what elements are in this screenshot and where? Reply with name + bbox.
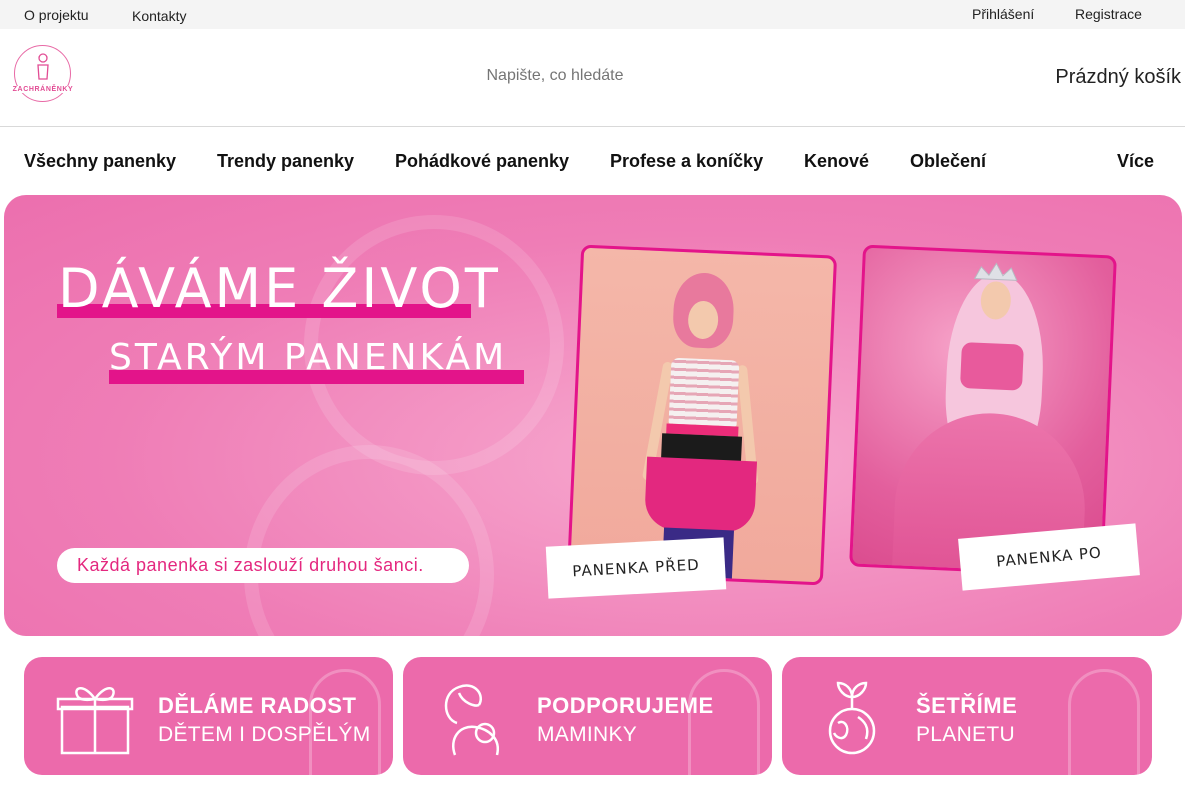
nav-item-obleceni[interactable]: Oblečení: [910, 151, 986, 172]
hero-title-line2: STARÝM PANENKÁM: [109, 337, 508, 378]
feature-headline: ŠETŘÍME: [916, 693, 1018, 718]
nav-item-vsechny-panenky[interactable]: Všechny panenky: [24, 151, 176, 172]
link-kontakty[interactable]: Kontakty: [132, 8, 186, 24]
feature-card-radost[interactable]: DĚLÁME RADOST DĚTEM I DOSPĚLÝM: [24, 657, 393, 775]
card-decoration: [1068, 669, 1140, 775]
nav-item-kenove[interactable]: Kenové: [804, 151, 869, 172]
top-bar: O projektu Kontakty Přihlášení Registrac…: [0, 0, 1185, 29]
doll-logo-icon: [37, 53, 49, 80]
site-header: ZACHRÁNĚNKY Prázdný košík: [0, 29, 1185, 127]
feature-cards: DĚLÁME RADOST DĚTEM I DOSPĚLÝM PODPORUJE…: [24, 657, 1152, 775]
nav-item-pohadkove-panenky[interactable]: Pohádkové panenky: [395, 151, 569, 172]
nav-item-profese-a-konicky[interactable]: Profese a koníčky: [610, 151, 763, 172]
feature-subline: PLANETU: [916, 723, 1015, 746]
tiara-icon: [973, 262, 1018, 281]
doll-top: [668, 357, 740, 427]
register-link[interactable]: Registrace: [1075, 6, 1142, 22]
link-o-projektu[interactable]: O projektu: [24, 7, 89, 23]
hero-banner[interactable]: DÁVÁME ŽIVOT STARÝM PANENKÁM Každá panen…: [4, 195, 1182, 636]
feature-subline: DĚTEM I DOSPĚLÝM: [158, 723, 371, 746]
before-label: PANENKA PŘED: [545, 537, 727, 599]
hero-title-line1: DÁVÁME ŽIVOT: [58, 257, 501, 320]
doll-tutu: [643, 456, 758, 534]
login-link[interactable]: Přihlášení: [972, 6, 1034, 22]
doll-top: [959, 342, 1024, 391]
hero-decoration: [244, 445, 494, 636]
doll-before-photo: [566, 244, 838, 586]
cart-button[interactable]: Prázdný košík: [1055, 66, 1181, 89]
search-input[interactable]: [400, 67, 710, 85]
main-nav: Všechny panenky Trendy panenky Pohádkové…: [0, 127, 1185, 195]
nav-more-button[interactable]: Více: [1117, 151, 1154, 172]
gift-icon: [56, 687, 134, 755]
site-logo[interactable]: ZACHRÁNĚNKY: [6, 45, 80, 103]
globe-sprout-icon: [828, 681, 876, 755]
hero-tagline: Každá panenka si zaslouží druhou šanci.: [57, 548, 469, 583]
card-decoration: [309, 669, 381, 775]
card-decoration: [688, 669, 760, 775]
feature-headline: DĚLÁME RADOST: [158, 693, 357, 718]
logo-text: ZACHRÁNĚNKY: [6, 86, 80, 93]
feature-card-planeta[interactable]: ŠETŘÍME PLANETU: [782, 657, 1152, 775]
nav-item-trendy-panenky[interactable]: Trendy panenky: [217, 151, 354, 172]
feature-headline: PODPORUJEME: [537, 693, 714, 718]
feature-card-maminky[interactable]: PODPORUJEME MAMINKY: [403, 657, 772, 775]
feature-subline: MAMINKY: [537, 723, 638, 746]
mother-child-icon: [444, 684, 500, 756]
